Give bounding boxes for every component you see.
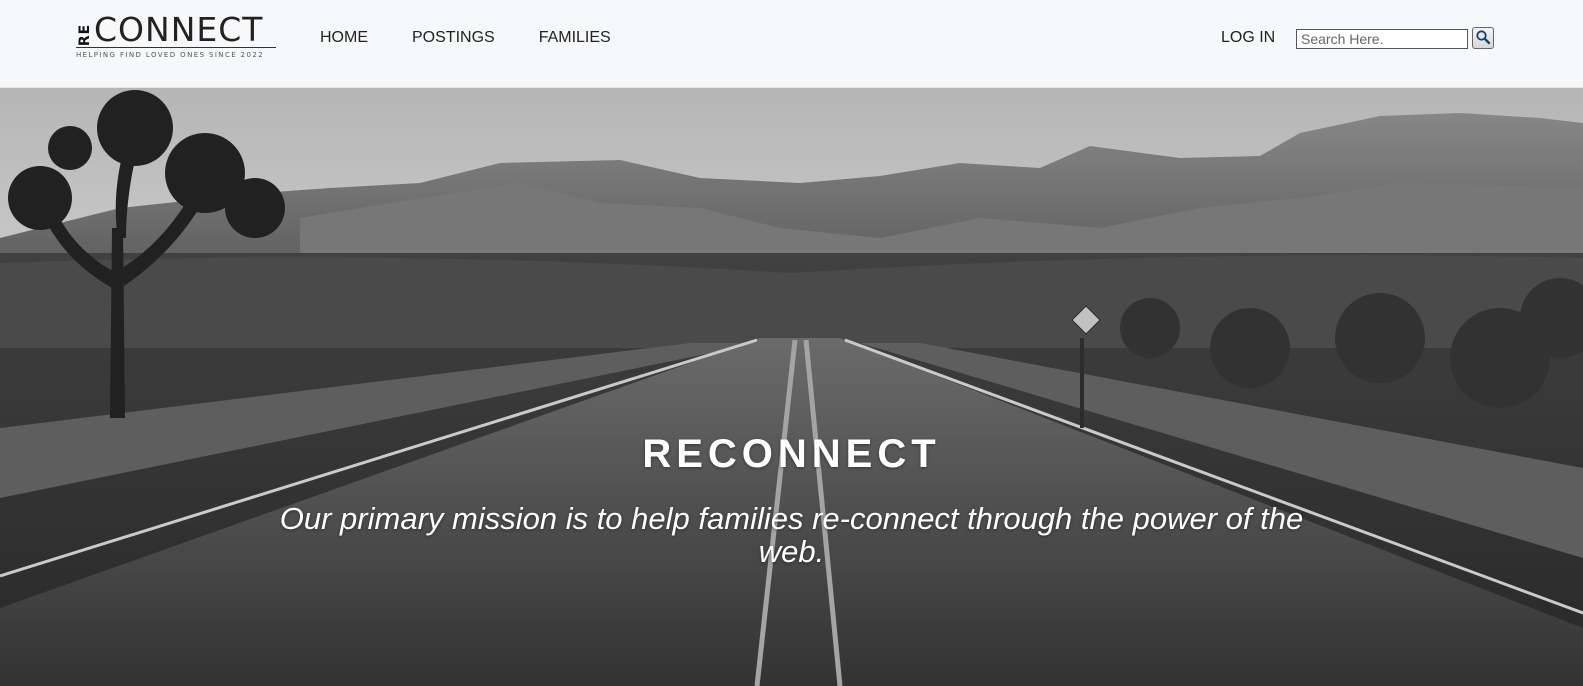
logo-connect-text: CONNECT xyxy=(94,10,264,49)
main-nav: HOME POSTINGS FAMILIES xyxy=(320,28,655,48)
nav-postings-link[interactable]: POSTINGS xyxy=(412,28,495,48)
site-header: RE CONNECT HELPING FIND LOVED ONES SINCE… xyxy=(0,0,1583,88)
logo-tagline: HELPING FIND LOVED ONES SINCE 2022 xyxy=(76,51,265,59)
hero-mission-statement: Our primary mission is to help families … xyxy=(279,501,1304,569)
search-button[interactable] xyxy=(1472,27,1494,49)
hero-banner: RECONNECT Our primary mission is to help… xyxy=(0,88,1583,686)
login-link[interactable]: LOG IN xyxy=(1221,28,1275,48)
desert-road-background xyxy=(0,88,1583,686)
search-input[interactable] xyxy=(1296,29,1468,49)
nav-home-link[interactable]: HOME xyxy=(320,28,368,48)
logo-re-text: RE xyxy=(77,23,93,47)
site-logo[interactable]: RE CONNECT HELPING FIND LOVED ONES SINCE… xyxy=(76,10,276,62)
magnifier-icon xyxy=(1475,29,1491,48)
nav-families-link[interactable]: FAMILIES xyxy=(539,28,611,48)
hero-title: RECONNECT xyxy=(642,432,941,476)
logo-divider xyxy=(76,47,276,48)
